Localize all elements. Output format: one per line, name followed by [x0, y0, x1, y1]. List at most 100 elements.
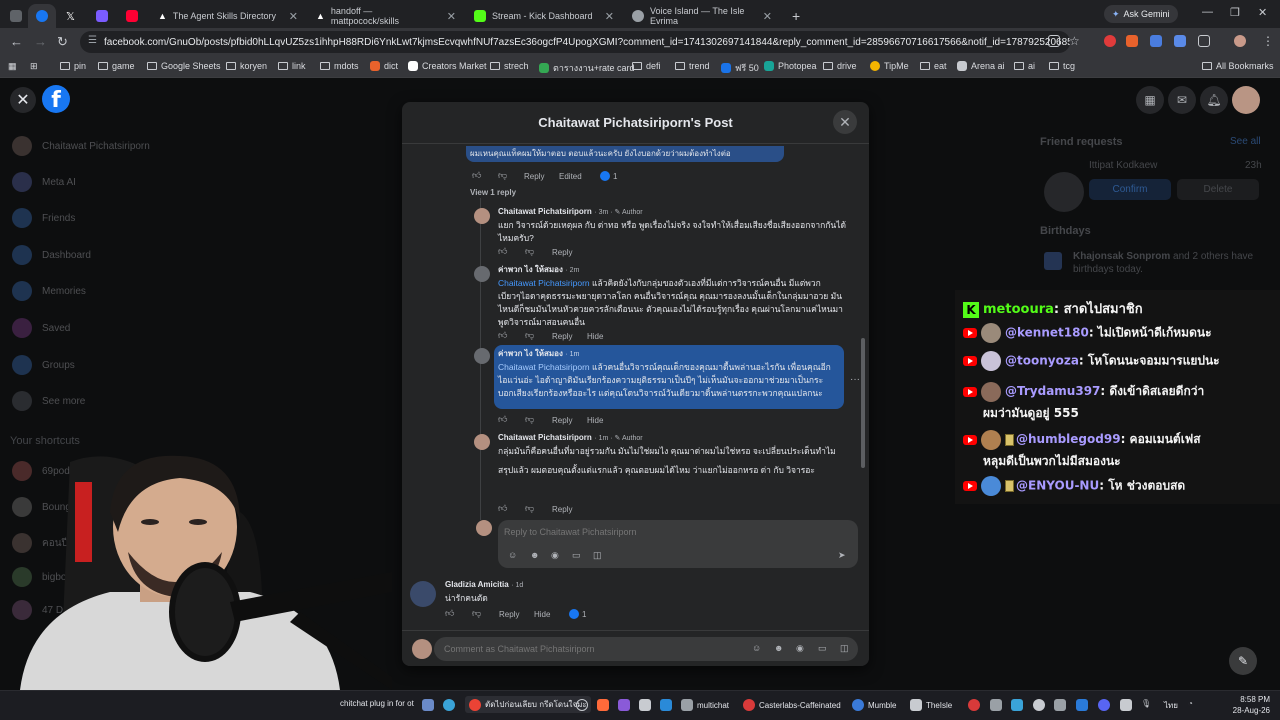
dislike-thumb-icon[interactable]: 👎︎: [525, 330, 534, 341]
like-thumb-icon[interactable]: 👍︎: [445, 608, 454, 619]
gif-icon[interactable]: ▭: [818, 643, 827, 654]
tab-kick-dashboard[interactable]: Stream - Kick Dashboard ✕: [466, 4, 622, 28]
close-tab-icon[interactable]: ✕: [289, 10, 298, 23]
sidebar-item-meta-ai[interactable]: Meta AI: [12, 171, 76, 193]
bluetooth-icon[interactable]: [1076, 699, 1088, 711]
sidebar-item-dashboard[interactable]: Dashboard: [12, 244, 91, 266]
delete-button[interactable]: Delete: [1177, 179, 1259, 200]
sidebar-item-memories[interactable]: Memories: [12, 280, 86, 302]
taskbar-clock[interactable]: 8:58 PM 28-Aug-26: [1233, 694, 1270, 716]
view-replies-link[interactable]: View 1 reply: [470, 188, 516, 197]
like-thumb-icon[interactable]: 👍︎: [498, 414, 507, 425]
bookmark-star-icon[interactable]: ☆: [1069, 34, 1080, 48]
sticker-icon[interactable]: ◫: [840, 643, 849, 654]
address-bar[interactable]: ☰ facebook.com/GnuOb/posts/pfbid0hLLqvUZ…: [80, 31, 1070, 53]
reply-link[interactable]: Reply: [524, 172, 544, 181]
taskbar-item[interactable]: [576, 699, 588, 711]
tab-x[interactable]: 𝕏: [58, 4, 84, 28]
sidebar-item-see-more[interactable]: See more: [12, 390, 85, 412]
install-app-icon[interactable]: [1048, 35, 1060, 47]
dislike-thumb-icon[interactable]: 👎︎: [525, 503, 534, 514]
bookmark-link[interactable]: ฟรี 50: [721, 61, 759, 75]
tray-icon[interactable]: [1011, 699, 1023, 711]
comment-input[interactable]: [444, 642, 724, 656]
comment-time[interactable]: 3m: [599, 209, 609, 216]
comment-time[interactable]: 1m: [570, 351, 580, 358]
new-tab-button[interactable]: +: [784, 4, 804, 28]
tab-voice-island[interactable]: Voice Island — The Isle Evrima ✕: [624, 4, 780, 28]
tab-pinned-4[interactable]: [88, 4, 114, 28]
bookmark-folder[interactable]: mdots: [320, 61, 359, 71]
comment-time[interactable]: 2m: [570, 267, 580, 274]
bookmark-folder[interactable]: koryen: [226, 61, 267, 71]
tray-icon[interactable]: [1033, 699, 1045, 711]
microphone-icon[interactable]: 🎙︎: [1141, 699, 1151, 708]
all-bookmarks[interactable]: All Bookmarks: [1202, 61, 1274, 71]
facebook-logo-icon[interactable]: f: [42, 85, 70, 113]
bookmark-link[interactable]: TipMe: [870, 61, 909, 71]
menu-grid-icon[interactable]: ▦: [1136, 86, 1164, 114]
tab-handoff[interactable]: ▲ handoff — mattpocock/skills ✕: [308, 4, 464, 28]
comment-author[interactable]: Chaitawat Pichatsiriporn: [498, 433, 592, 442]
apps-grid-icon[interactable]: ▦: [8, 61, 17, 72]
gif-icon[interactable]: ▭: [572, 550, 581, 561]
sidebar-item-friends[interactable]: Friends: [12, 207, 75, 229]
bookmark-folder[interactable]: game: [98, 61, 135, 71]
sidebar-item-saved[interactable]: Saved: [12, 317, 70, 339]
taskbar-item[interactable]: [618, 699, 630, 711]
send-icon[interactable]: ➤: [838, 550, 846, 561]
bookmark-link[interactable]: ตารางงาน+rate card: [539, 61, 635, 75]
comment-time[interactable]: 1m: [599, 435, 609, 442]
emoji-icon[interactable]: ☻: [774, 643, 783, 653]
bookmarks-grid-icon[interactable]: ⊞: [30, 61, 38, 72]
taskbar-item[interactable]: [597, 699, 609, 711]
mention-link[interactable]: Chaitawat Pichatsiriporn: [498, 278, 590, 288]
taskbar-item[interactable]: Mumble: [852, 699, 896, 711]
hide-link[interactable]: Hide: [587, 332, 603, 341]
bookmark-folder[interactable]: trend: [675, 61, 710, 71]
bookmark-folder[interactable]: strech: [490, 61, 529, 71]
bookmark-folder[interactable]: Google Sheets: [147, 61, 221, 71]
hide-link[interactable]: Hide: [587, 416, 603, 425]
tray-icon[interactable]: [968, 699, 980, 711]
close-modal-button[interactable]: ✕: [833, 110, 857, 134]
sidebar-item-profile[interactable]: Chaitawat Pichatsiriporn: [12, 135, 150, 157]
dislike-thumb-icon[interactable]: 👎︎: [472, 608, 481, 619]
hide-link[interactable]: Hide: [534, 610, 550, 619]
tab-agent-skills[interactable]: ▲ The Agent Skills Directory ✕: [150, 4, 306, 28]
bookmark-link[interactable]: Arena ai: [957, 61, 1005, 71]
bookmark-folder[interactable]: pin: [60, 61, 86, 71]
extensions-puzzle-icon[interactable]: [1198, 35, 1210, 47]
taskbar-item[interactable]: TheIsle: [910, 699, 952, 711]
avatar[interactable]: [410, 581, 436, 607]
tab-pinned-1[interactable]: [2, 4, 28, 28]
avatar[interactable]: [474, 208, 490, 224]
dislike-thumb-icon[interactable]: 👎︎: [498, 170, 507, 181]
tray-icon[interactable]: [1098, 699, 1110, 711]
tray-icon[interactable]: [1120, 699, 1132, 711]
comment-time[interactable]: 1d: [516, 582, 524, 589]
reply-input[interactable]: [504, 524, 804, 540]
taskbar-item-chrome[interactable]: ตัดไปก่อนเลียบ กรีดโดนใจมะ: [465, 696, 591, 713]
tab-youtube[interactable]: [118, 4, 144, 28]
confirm-button[interactable]: Confirm: [1089, 179, 1171, 200]
camera-icon[interactable]: ◉: [796, 643, 804, 654]
new-message-button[interactable]: ✎: [1229, 647, 1257, 675]
account-avatar[interactable]: [1232, 86, 1260, 114]
avatar[interactable]: [474, 266, 490, 282]
like-thumb-icon[interactable]: 👍︎: [498, 503, 507, 514]
extension-icon[interactable]: [1104, 35, 1116, 47]
taskbar-item[interactable]: [443, 699, 455, 711]
messenger-icon[interactable]: ✉: [1168, 86, 1196, 114]
sidebar-item-groups[interactable]: Groups: [12, 354, 75, 376]
dislike-thumb-icon[interactable]: 👎︎: [525, 246, 534, 257]
reaction-count[interactable]: 1: [600, 171, 617, 181]
bookmark-folder[interactable]: eat: [920, 61, 947, 71]
see-all-link[interactable]: See all: [1230, 136, 1261, 147]
emoji-icon[interactable]: ☻: [530, 550, 539, 560]
bookmark-folder[interactable]: defi: [632, 61, 661, 71]
taskbar-item[interactable]: chitchat plug in for ot: [340, 699, 414, 708]
extension-icon[interactable]: [1150, 35, 1162, 47]
restore-icon[interactable]: ❐: [1230, 6, 1240, 19]
comments-scrollbar[interactable]: [861, 338, 865, 468]
